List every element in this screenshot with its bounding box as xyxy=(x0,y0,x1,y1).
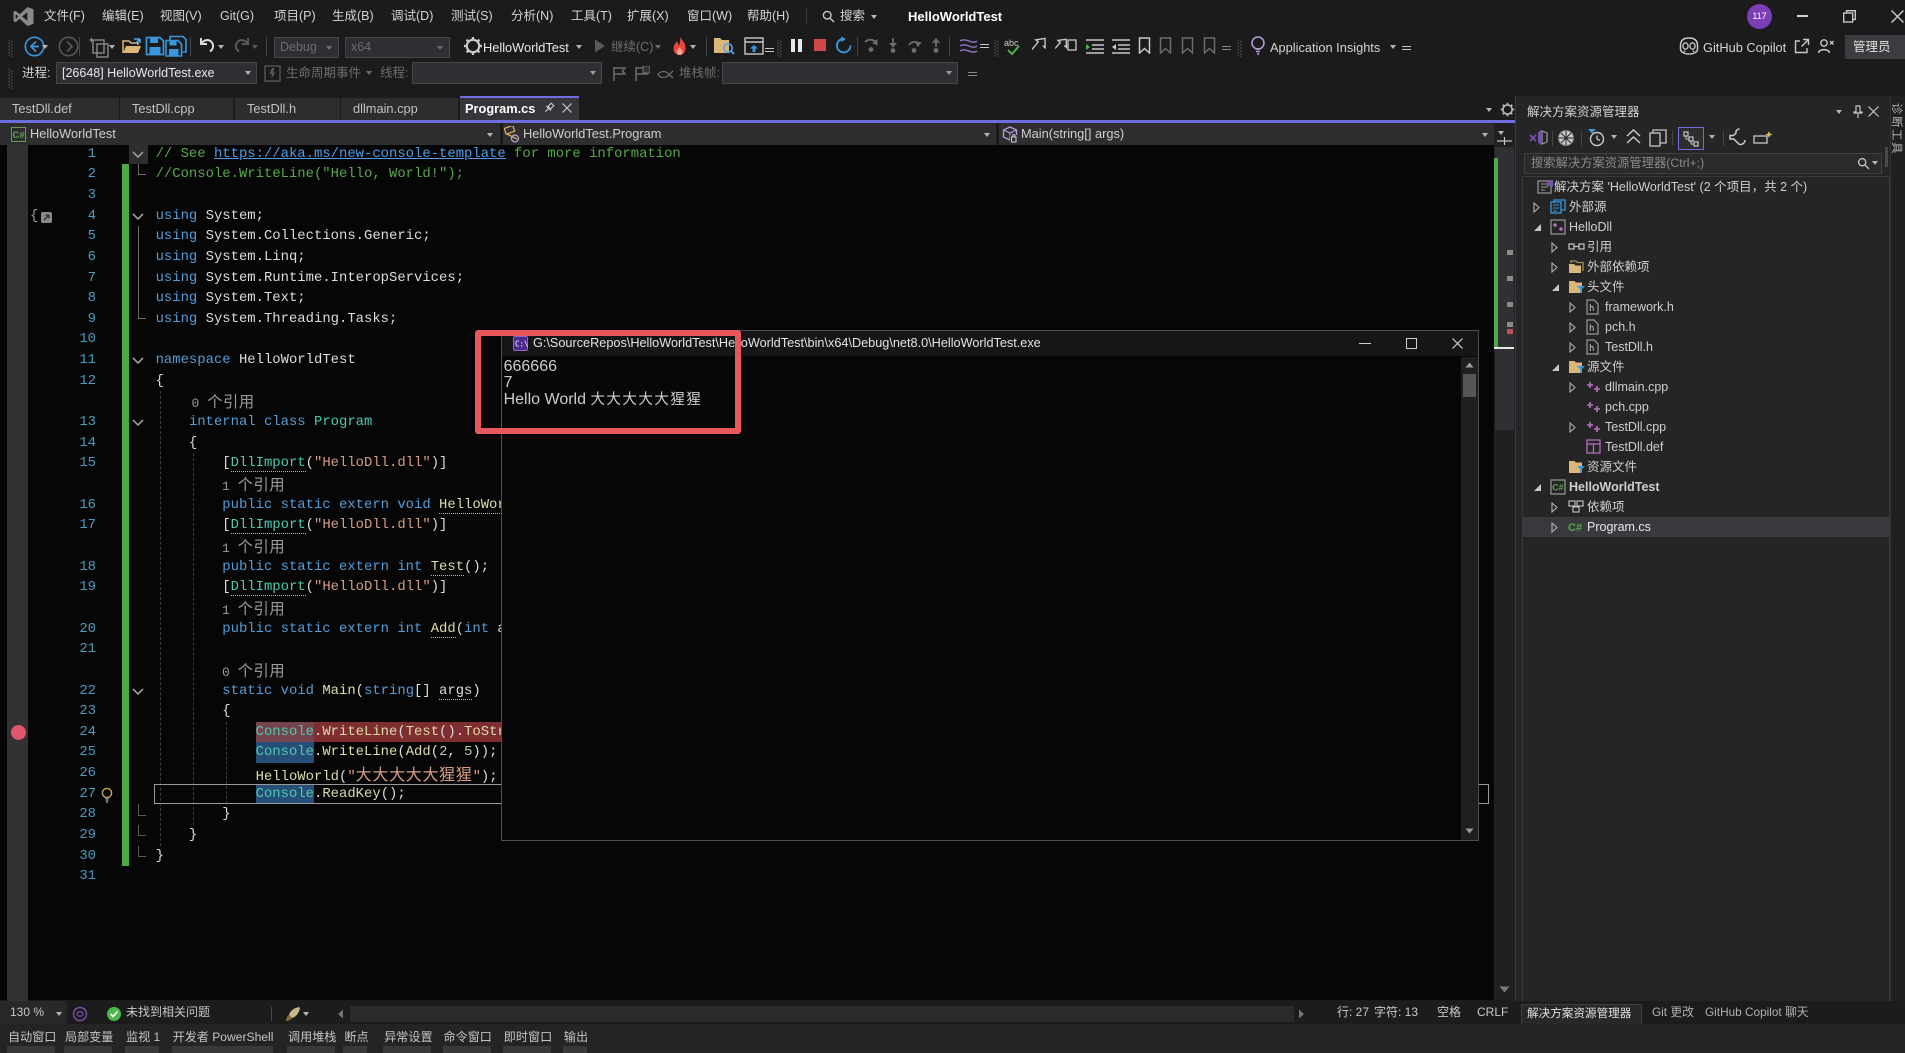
svg-text:h: h xyxy=(1589,304,1594,314)
svg-text:abc: abc xyxy=(1004,38,1019,48)
svg-text:C#: C# xyxy=(13,130,26,141)
svg-text:C#: C# xyxy=(1552,483,1564,493)
svg-text:C#: C# xyxy=(1568,522,1582,534)
svg-text:h: h xyxy=(1589,344,1594,354)
svg-text:h: h xyxy=(1589,324,1594,334)
